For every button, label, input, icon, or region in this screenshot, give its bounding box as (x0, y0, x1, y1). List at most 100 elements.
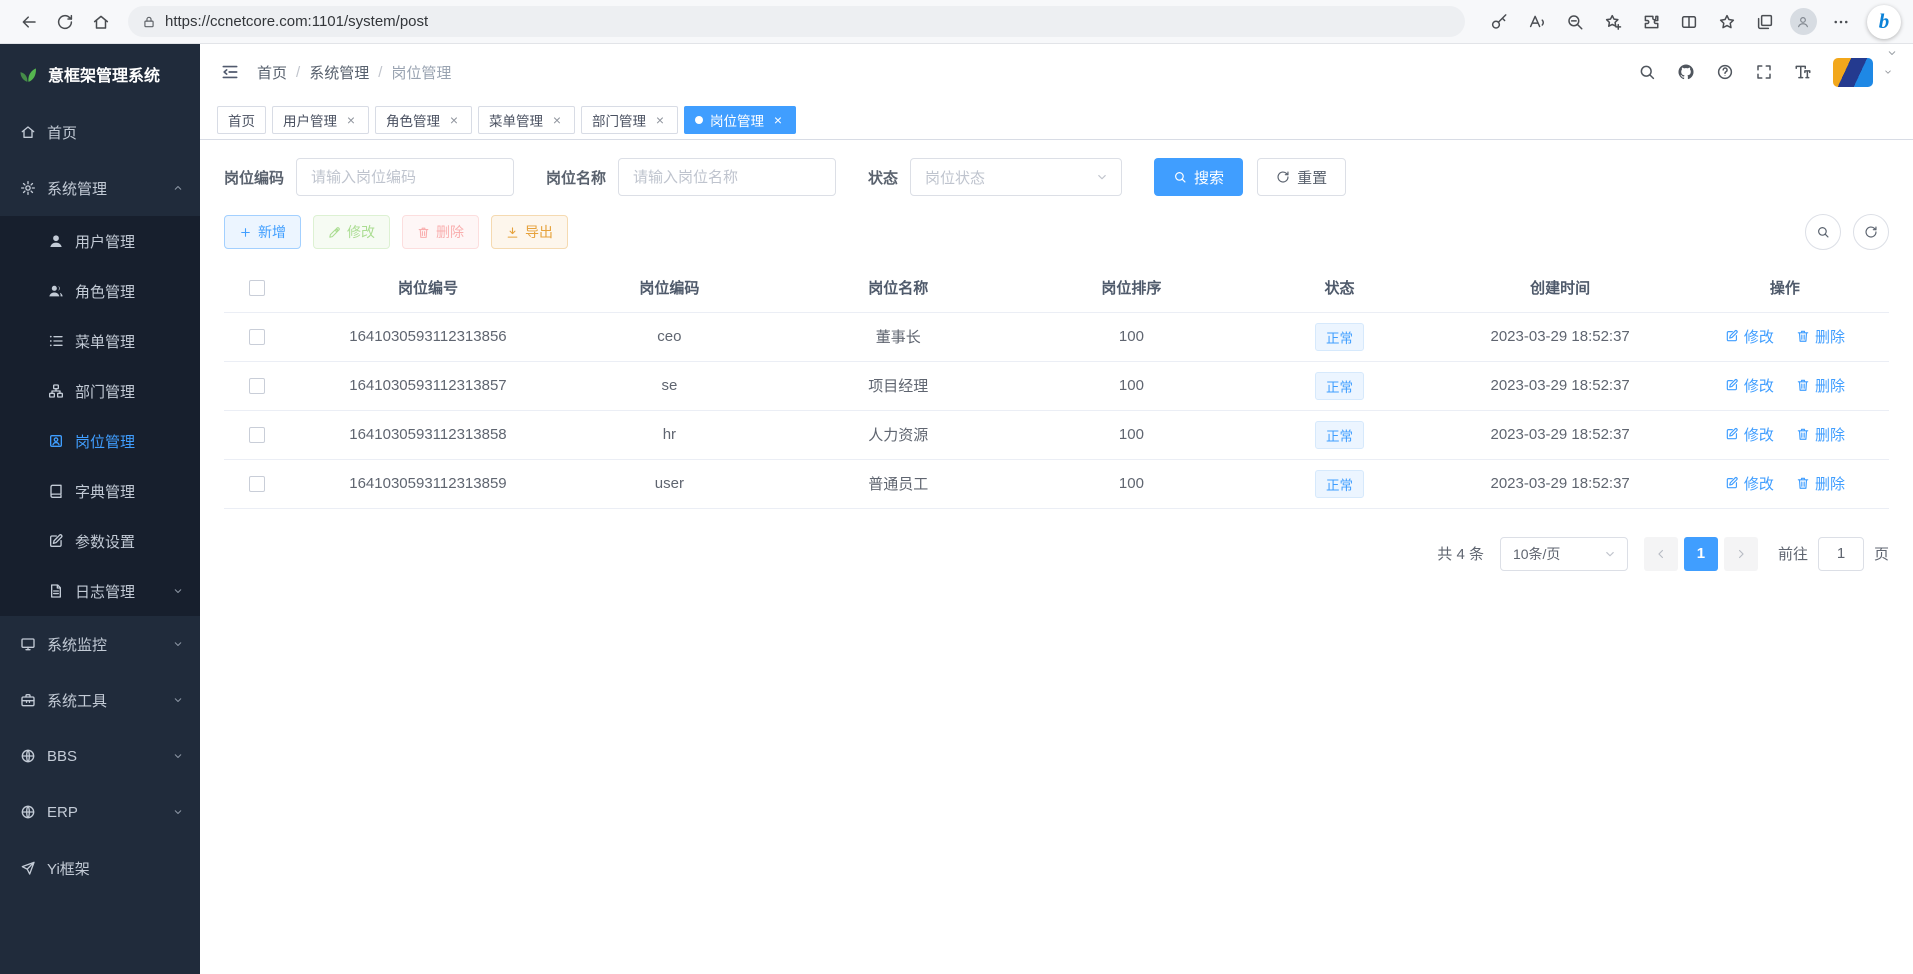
extensions-icon[interactable] (1635, 6, 1667, 38)
sidebar-item-param-settings[interactable]: 参数设置 (0, 516, 200, 566)
post-badge-icon (48, 433, 64, 449)
export-button[interactable]: 导出 (491, 215, 568, 249)
browser-refresh-button[interactable] (48, 5, 82, 39)
prev-page-button[interactable] (1644, 537, 1678, 571)
browser-back-button[interactable] (12, 5, 46, 39)
row-edit-link[interactable]: 修改 (1725, 424, 1774, 445)
book-icon (48, 483, 64, 499)
row-checkbox[interactable] (249, 329, 265, 345)
page-number-button[interactable]: 1 (1684, 537, 1718, 571)
help-question-icon[interactable] (1716, 63, 1734, 81)
favorites-icon[interactable] (1711, 6, 1743, 38)
zoom-icon[interactable] (1559, 6, 1591, 38)
next-page-button[interactable] (1724, 537, 1758, 571)
row-delete-link[interactable]: 删除 (1796, 473, 1845, 494)
bing-icon[interactable]: b (1867, 5, 1901, 39)
url-text: https://ccnetcore.com:1101/system/post (165, 13, 428, 30)
sidebar-item-system-monitor[interactable]: 系统监控 (0, 616, 200, 672)
close-icon[interactable] (344, 113, 358, 127)
col-post-name: 岗位名称 (773, 264, 1023, 312)
post-code-cell: ceo (565, 312, 773, 361)
header-search-icon[interactable] (1638, 63, 1656, 81)
sidebar-item-log-mgmt[interactable]: 日志管理 (0, 566, 200, 616)
close-icon[interactable] (550, 113, 564, 127)
row-delete-link[interactable]: 删除 (1796, 424, 1845, 445)
breadcrumb-system-mgmt[interactable]: 系统管理 (309, 62, 369, 83)
refresh-table-button[interactable] (1853, 214, 1889, 250)
add-favorite-icon[interactable] (1597, 6, 1629, 38)
browser-more-icon[interactable] (1825, 6, 1857, 38)
close-icon[interactable] (447, 113, 461, 127)
password-key-icon[interactable] (1483, 6, 1515, 38)
edit-button[interactable]: 修改 (313, 215, 390, 249)
row-edit-link[interactable]: 修改 (1725, 375, 1774, 396)
created-cell: 2023-03-29 18:52:37 (1439, 312, 1680, 361)
leaf-logo-icon (18, 64, 38, 84)
browser-home-button[interactable] (84, 5, 118, 39)
sidebar-item-system-tools[interactable]: 系统工具 (0, 672, 200, 728)
post-name-input[interactable] (618, 158, 836, 196)
collections-icon[interactable] (1749, 6, 1781, 38)
fullscreen-icon[interactable] (1755, 63, 1773, 81)
page-size-select[interactable]: 10条/页 (1500, 537, 1628, 571)
search-icon (1173, 170, 1187, 184)
sidebar-fold-icon[interactable] (220, 62, 240, 82)
row-edit-link[interactable]: 修改 (1725, 473, 1774, 494)
close-icon[interactable] (771, 113, 785, 127)
post-table: 岗位编号 岗位编码 岗位名称 岗位排序 状态 创建时间 操作 164103059… (224, 264, 1889, 509)
created-cell: 2023-03-29 18:52:37 (1439, 410, 1680, 459)
edge-sidebar-caret-icon[interactable] (1886, 47, 1898, 59)
read-aloud-icon[interactable] (1521, 6, 1553, 38)
col-post-sort: 岗位排序 (1023, 264, 1239, 312)
row-checkbox[interactable] (249, 476, 265, 492)
split-screen-icon[interactable] (1673, 6, 1705, 38)
row-delete-link[interactable]: 删除 (1796, 326, 1845, 347)
avatar-caret-down-icon[interactable] (1883, 67, 1893, 77)
plus-icon (239, 226, 252, 239)
tab-role-mgmt[interactable]: 角色管理 (375, 106, 472, 134)
row-checkbox[interactable] (249, 378, 265, 394)
post-code-input[interactable] (296, 158, 514, 196)
tab-user-mgmt[interactable]: 用户管理 (272, 106, 369, 134)
post-id-cell: 1641030593112313857 (291, 361, 566, 410)
font-size-icon[interactable] (1794, 63, 1812, 81)
tab-dept-mgmt[interactable]: 部门管理 (581, 106, 678, 134)
reset-button[interactable]: 重置 (1257, 158, 1346, 196)
browser-url-bar[interactable]: https://ccnetcore.com:1101/system/post (128, 6, 1465, 37)
sidebar-item-role-mgmt[interactable]: 角色管理 (0, 266, 200, 316)
row-checkbox[interactable] (249, 427, 265, 443)
add-button[interactable]: 新增 (224, 215, 301, 249)
tab-home[interactable]: 首页 (217, 106, 266, 134)
sidebar-item-post-mgmt[interactable]: 岗位管理 (0, 416, 200, 466)
sidebar-item-system-mgmt[interactable]: 系统管理 (0, 160, 200, 216)
row-delete-link[interactable]: 删除 (1796, 375, 1845, 396)
delete-button[interactable]: 删除 (402, 215, 479, 249)
post-name-cell: 董事长 (773, 312, 1023, 361)
sidebar-item-bbs[interactable]: BBS (0, 728, 200, 784)
search-icon (1816, 225, 1830, 239)
close-icon[interactable] (653, 113, 667, 127)
browser-profile-avatar[interactable] (1787, 6, 1819, 38)
sidebar-item-home[interactable]: 首页 (0, 104, 200, 160)
search-button[interactable]: 搜索 (1154, 158, 1243, 196)
page-unit-label: 页 (1874, 543, 1889, 564)
select-all-checkbox[interactable] (249, 280, 265, 296)
github-icon[interactable] (1677, 63, 1695, 81)
sidebar-item-user-mgmt[interactable]: 用户管理 (0, 216, 200, 266)
sidebar-item-menu-mgmt[interactable]: 菜单管理 (0, 316, 200, 366)
sidebar-item-erp[interactable]: ERP (0, 784, 200, 840)
status-select[interactable]: 岗位状态 (910, 158, 1122, 196)
tab-menu-mgmt[interactable]: 菜单管理 (478, 106, 575, 134)
user-avatar[interactable] (1833, 58, 1873, 87)
sidebar-item-dept-mgmt[interactable]: 部门管理 (0, 366, 200, 416)
breadcrumb-home[interactable]: 首页 (257, 62, 287, 83)
app-logo[interactable]: 意框架管理系统 (0, 44, 200, 104)
sidebar-item-dict-mgmt[interactable]: 字典管理 (0, 466, 200, 516)
sidebar-item-yi-framework[interactable]: Yi框架 (0, 840, 200, 896)
goto-page-input[interactable] (1818, 537, 1864, 571)
toggle-search-button[interactable] (1805, 214, 1841, 250)
post-code-cell: se (565, 361, 773, 410)
tab-post-mgmt[interactable]: 岗位管理 (684, 106, 796, 134)
row-edit-link[interactable]: 修改 (1725, 326, 1774, 347)
chevron-down-icon (172, 585, 184, 597)
